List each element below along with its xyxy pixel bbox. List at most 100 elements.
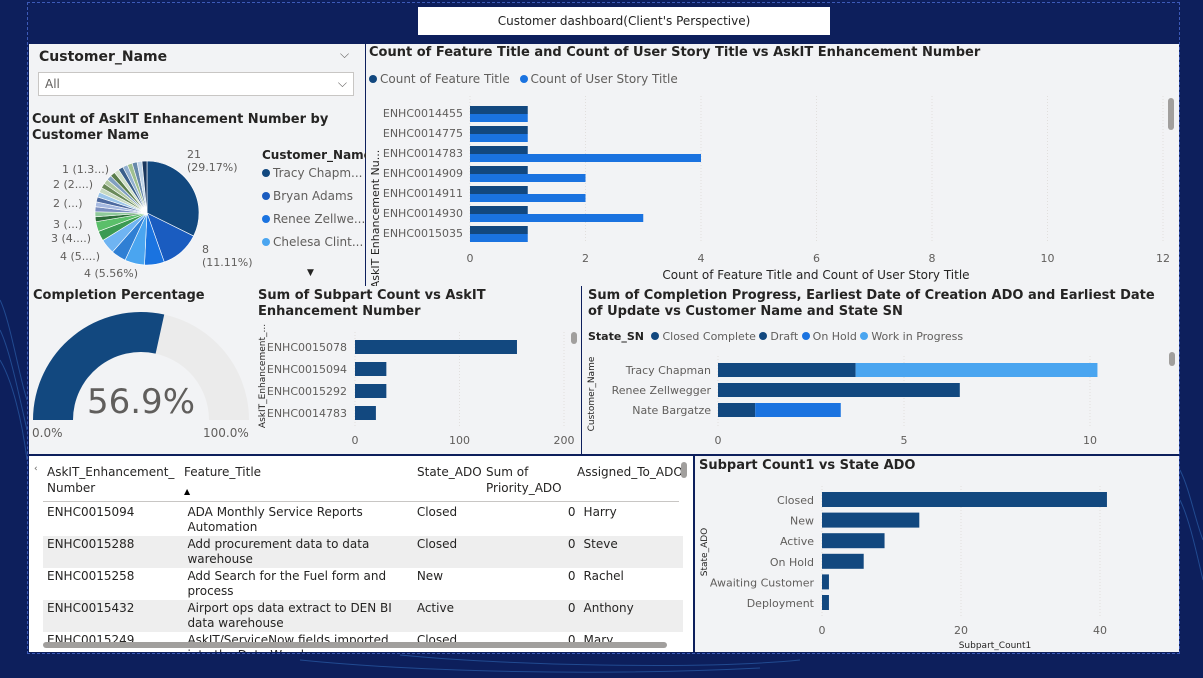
- table-cell: Active: [416, 601, 454, 615]
- bar-subpart-count: [355, 384, 387, 398]
- legend-label: Bryan Adams: [273, 189, 353, 203]
- x-tick-label: 0: [819, 624, 826, 637]
- y-tick-label: ENHC0015292: [267, 385, 347, 398]
- chevron-down-icon[interactable]: ⌵: [340, 47, 349, 62]
- x-tick-label: 0: [467, 252, 474, 265]
- bar-feature-title: [470, 146, 528, 154]
- y-tick-label: Tracy Chapman: [625, 364, 711, 377]
- bar-state-subpart: [822, 574, 829, 590]
- y-tick-label: Renee Zellwegger: [612, 384, 712, 397]
- bar-feature-title: [470, 166, 528, 174]
- pie-label: 4 (5.56%): [84, 267, 139, 280]
- table-cell: ENHC0015258: [47, 569, 135, 583]
- bar-state-subpart: [822, 553, 864, 569]
- x-tick-label: 40: [1093, 624, 1107, 637]
- y-axis-label: State_ADO: [700, 528, 710, 577]
- pie-label: 1 (1.3...): [62, 163, 110, 176]
- bar-user-story-title: [470, 174, 586, 182]
- bar-state-subpart: [822, 595, 829, 610]
- bar-on-hold: [755, 403, 841, 417]
- gauge-max: 100.0%: [203, 426, 249, 440]
- pie-label-mid-value: 8: [202, 243, 209, 256]
- x-tick-label: 100: [449, 434, 470, 447]
- y-tick-label: ENHC0014775: [383, 127, 463, 140]
- table-cell: ENHC0015288: [47, 537, 135, 551]
- table-row[interactable]: ENHC0015288 Add procurement data to data …: [43, 536, 683, 568]
- y-tick-label: Awaiting Customer: [710, 576, 815, 589]
- pie-label-mid: 8 (11.11%): [202, 243, 253, 269]
- table-cell: Airport ops data extract to DEN BI data …: [187, 601, 392, 630]
- customer-dropdown[interactable]: All ⌵: [38, 72, 354, 96]
- gauge-min: 0.0%: [32, 426, 63, 440]
- table-row[interactable]: ENHC0015094 ADA Monthly Service Reports A…: [43, 504, 683, 536]
- x-tick-label: 0: [715, 434, 722, 447]
- x-tick-label: 2: [582, 252, 589, 265]
- y-tick-label: ENHC0015078: [267, 341, 347, 354]
- legend-item-bryan[interactable]: Bryan Adams: [262, 189, 372, 212]
- scrollbar: [1169, 352, 1175, 366]
- pie-label: 3 (...): [53, 218, 83, 231]
- data-table: ENHC0015094 ADA Monthly Service Reports A…: [43, 504, 683, 652]
- column-header-state[interactable]: State_ADO: [417, 464, 482, 480]
- x-tick-label: 0: [352, 434, 359, 447]
- column-header-priority[interactable]: Sum of Priority_ADO: [486, 464, 566, 496]
- x-tick-label: 5: [901, 434, 908, 447]
- slicer-label: Customer_Name: [39, 49, 168, 65]
- table-cell: ADA Monthly Service Reports Automation: [187, 505, 363, 534]
- bar-user-story-title: [470, 214, 644, 222]
- x-tick-label: 8: [929, 252, 936, 265]
- bar-feature-title: [470, 186, 528, 194]
- scrollbar: [571, 332, 577, 344]
- table-row[interactable]: ENHC0015432 Airport ops data extract to D…: [43, 600, 683, 632]
- header-divider: [43, 501, 679, 502]
- x-axis-label: Count of Feature Title and Count of User…: [662, 268, 969, 282]
- x-tick-label: 10: [1083, 434, 1097, 447]
- bar-subpart-count: [355, 362, 387, 376]
- chevron-left-icon[interactable]: ‹: [34, 464, 38, 474]
- bar-user-story-title: [470, 134, 528, 142]
- bar-user-story-title: [470, 234, 528, 242]
- table-cell: Steve: [583, 537, 618, 551]
- legend-item-chelesa[interactable]: Chelesa Clint...: [262, 235, 372, 258]
- horizontal-scrollbar[interactable]: [43, 642, 667, 648]
- bar-subpart-count: [355, 340, 517, 354]
- y-tick-label: Active: [780, 535, 814, 548]
- table-cell: 0: [567, 537, 576, 551]
- x-tick-label: 10: [1041, 252, 1055, 265]
- state-bar-chart: State_ADO Subpart_Count1 0 20 40 Closed New A…: [700, 486, 1107, 651]
- pie-label: 2 (...): [53, 197, 83, 210]
- table-cell: 0: [567, 505, 576, 519]
- pie-legend-title: Customer_Name: [262, 148, 372, 162]
- table-cell: New: [416, 569, 444, 583]
- bar-feature-title: [470, 106, 528, 114]
- legend-item-tracy[interactable]: Tracy Chapm...: [262, 166, 372, 189]
- pie-label-big-value: 21: [187, 148, 201, 161]
- legend-item-renee[interactable]: Renee Zellwe...: [262, 212, 372, 235]
- data-table-panel: AskIT_Enhancement_Number Feature_Title ▲…: [29, 456, 693, 652]
- scrollbar[interactable]: [681, 462, 687, 478]
- legend-scroll-down-icon[interactable]: ▼: [307, 268, 314, 278]
- pie-label: 2 (2....): [53, 178, 94, 191]
- y-axis-label: Customer_Name: [587, 356, 597, 431]
- legend-label: Chelesa Clint...: [273, 235, 364, 249]
- x-tick-label: 200: [554, 434, 575, 447]
- table-row[interactable]: ENHC0015258 Add Search for the Fuel form …: [43, 568, 683, 600]
- column-header-feature[interactable]: Feature_Title: [184, 464, 261, 480]
- pie-label: 3 (4....): [51, 232, 92, 245]
- bar-user-story-title: [470, 194, 586, 202]
- page-title: Customer dashboard(Client's Perspective): [418, 7, 830, 35]
- gauge-value: 56.9%: [86, 382, 195, 422]
- table-cell: Closed: [416, 537, 458, 551]
- table-cell: Anthony: [583, 601, 634, 615]
- y-tick-label: Deployment: [747, 597, 815, 610]
- table-cell: Rachel: [583, 569, 624, 583]
- bar-state-subpart: [822, 512, 920, 528]
- column-header-number[interactable]: AskIT_Enhancement_Number: [47, 464, 179, 496]
- y-tick-label: Closed: [777, 494, 814, 507]
- legend-label: Renee Zellwe...: [273, 212, 366, 226]
- bar-subpart-count: [355, 406, 376, 420]
- y-tick-label: Nate Bargatze: [632, 404, 711, 417]
- column-header-assigned[interactable]: Assigned_To_ADO: [577, 464, 683, 480]
- legend-label: Tracy Chapm...: [273, 166, 363, 180]
- scrollbar: [1168, 98, 1174, 130]
